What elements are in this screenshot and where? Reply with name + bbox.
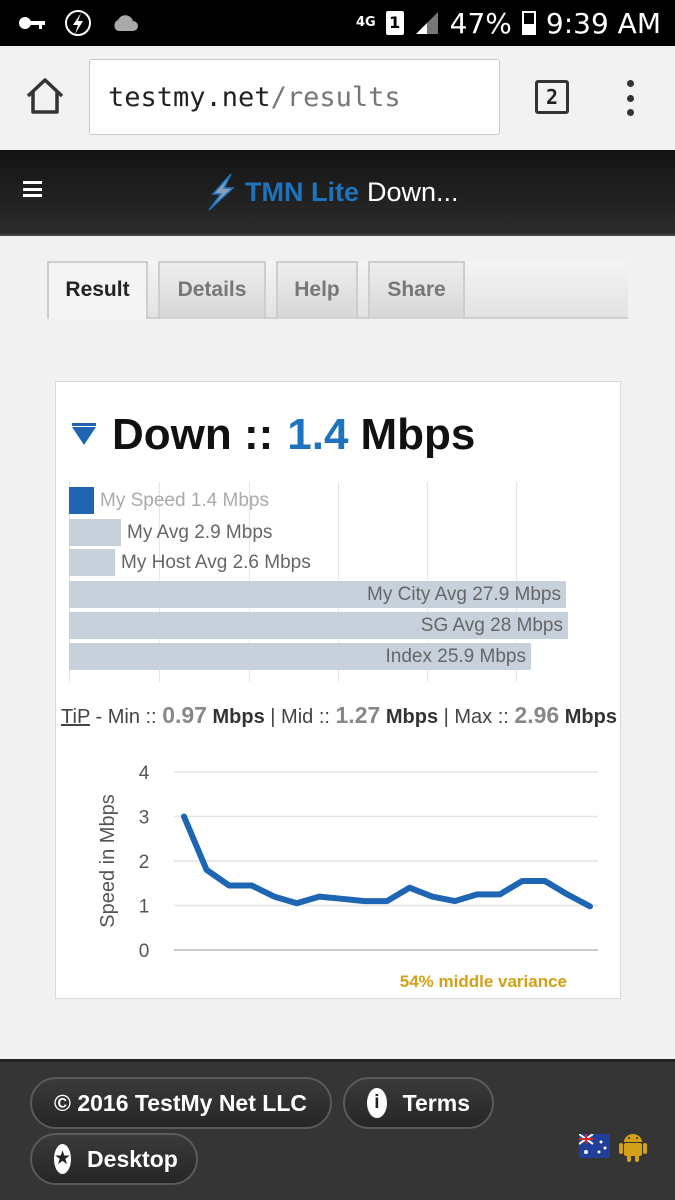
speed-line-chart: 0 1 2 3 4 Speed in Mbps <box>97 763 598 962</box>
comparison-bar-label: Index 25.9 Mbps <box>385 646 526 667</box>
brand-name: TMN Lite <box>245 176 359 207</box>
url-bar[interactable]: testmy.net/results <box>89 59 500 135</box>
desktop-button[interactable]: ★ Desktop <box>30 1133 198 1185</box>
y-tick-label: 2 <box>139 852 150 873</box>
max-label: | Max :: <box>443 706 509 728</box>
comparison-bar-label: My Avg 2.9 Mbps <box>127 522 273 543</box>
mid-label: | Mid :: <box>270 706 330 728</box>
key-icon <box>19 17 45 29</box>
lightning-logo-icon <box>208 173 235 211</box>
min-unit: Mbps <box>212 706 265 728</box>
y-tick-label: 0 <box>139 941 150 962</box>
direction-label: Down :: <box>112 410 274 459</box>
comparison-bar-label: My Speed 1.4 Mbps <box>100 490 269 511</box>
australia-flag-icon <box>579 1134 610 1158</box>
overflow-menu-icon[interactable] <box>620 80 640 116</box>
comparison-bar-label: My Host Avg 2.6 Mbps <box>121 552 311 573</box>
battery-percent: 47% <box>449 6 512 40</box>
copyright-button[interactable]: © 2016 TestMy Net LLC <box>30 1077 332 1129</box>
bolt-icon <box>65 10 91 36</box>
comparison-bar <box>69 519 121 546</box>
speed-value: 1.4 <box>287 410 349 459</box>
url-path: /results <box>270 82 401 113</box>
tip-summary: TiP - Min :: 0.97 Mbps | Mid :: 1.27 Mbp… <box>56 704 622 729</box>
result-card: Down :: 1.4 Mbps My Speed 1.4 MbpsMy Avg… <box>55 381 621 999</box>
tab-result[interactable]: Result <box>47 261 148 319</box>
battery-icon <box>521 11 536 35</box>
network-type: 4G <box>355 15 376 30</box>
y-tick-label: 4 <box>139 763 150 784</box>
cloud-icon <box>114 15 138 31</box>
y-tick-label: 3 <box>139 808 150 829</box>
desktop-label: Desktop <box>87 1145 178 1172</box>
footer: © 2016 TestMy Net LLC i Terms ★ Desktop <box>0 1059 675 1200</box>
hamburger-menu-icon[interactable] <box>23 181 42 197</box>
site-title: TMN Lite Down... <box>205 172 459 212</box>
comparison-bar <box>69 487 94 514</box>
info-icon: i <box>367 1088 387 1118</box>
terms-button[interactable]: i Terms <box>343 1077 494 1129</box>
y-axis-label: Speed in Mbps <box>97 794 119 927</box>
variance-note: 54% middle variance <box>399 972 567 991</box>
mid-unit: Mbps <box>385 706 439 728</box>
site-header: TMN Lite Down... <box>0 150 675 236</box>
mid-value: 1.27 <box>335 702 381 728</box>
tab-help[interactable]: Help <box>276 261 358 319</box>
sim-indicator: 1 <box>385 11 404 35</box>
comparison-bar <box>69 549 115 576</box>
comparison-bar-label: SG Avg 28 Mbps <box>420 615 563 636</box>
tab-share[interactable]: Share <box>368 261 465 319</box>
max-value: 2.96 <box>514 702 560 728</box>
terms-label: Terms <box>402 1089 470 1116</box>
status-bar: 4G 1 47% 9:39 AM <box>0 0 675 46</box>
tab-details[interactable]: Details <box>158 261 266 319</box>
main-content: Result Details Help Share Down :: 1.4 Mb… <box>0 237 675 1059</box>
tab-switcher-button[interactable]: 2 <box>535 80 569 114</box>
speed-unit: Mbps <box>360 410 476 459</box>
comparison-bar-label: My City Avg 27.9 Mbps <box>367 584 561 605</box>
speed-headline: Down :: 1.4 Mbps <box>70 410 475 460</box>
max-unit: Mbps <box>564 706 617 728</box>
tip-link[interactable]: TiP <box>61 706 90 728</box>
y-tick-label: 1 <box>139 897 150 918</box>
star-icon: ★ <box>54 1144 72 1174</box>
android-icon <box>619 1134 647 1162</box>
home-icon[interactable] <box>24 76 66 116</box>
comparison-bar-chart: My Speed 1.4 Mbps My Avg 2.9 Mbps My Host … <box>69 482 569 682</box>
clock: 9:39 AM <box>545 6 661 40</box>
url-host: testmy.net <box>108 82 271 113</box>
page-heading: Down... <box>367 176 459 207</box>
min-value: 0.97 <box>162 702 207 728</box>
signal-icon <box>415 12 438 34</box>
min-label: - Min :: <box>95 706 157 728</box>
browser-toolbar: testmy.net/results 2 <box>0 46 675 150</box>
result-tabs: Result Details Help Share <box>47 261 628 319</box>
down-arrow-icon <box>72 423 96 445</box>
